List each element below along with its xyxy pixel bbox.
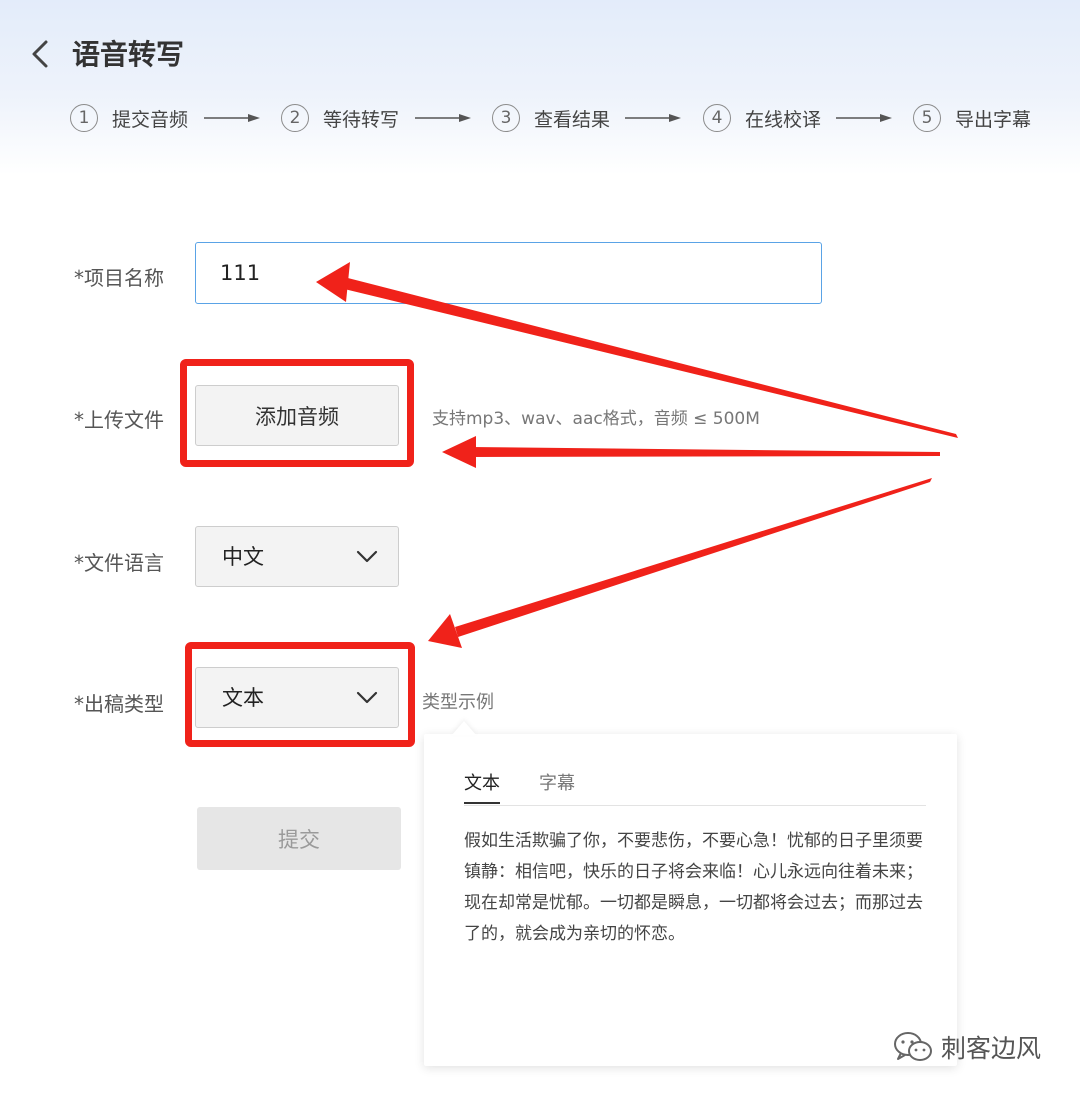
tab-subtitle[interactable]: 字幕 — [539, 770, 575, 798]
back-arrow-icon[interactable] — [28, 38, 52, 70]
upload-hint: 支持mp3、wav、aac格式，音频 ≤ 500M — [432, 409, 760, 429]
step-arrow-icon — [415, 114, 471, 122]
annotation-arrow-to-upload — [470, 447, 940, 457]
step-3: 3 查看结果 — [492, 102, 610, 134]
output-type-select[interactable]: 文本 — [195, 667, 399, 728]
chevron-down-icon — [356, 691, 378, 704]
popover-caret — [452, 721, 476, 735]
popover-tabs: 文本 字幕 — [464, 770, 926, 806]
step-arrow-icon — [836, 114, 892, 122]
output-type-selected-value: 文本 — [222, 686, 264, 710]
header-background — [0, 0, 1080, 175]
step-number: 2 — [281, 104, 309, 132]
annotation-arrow-to-upload-head — [442, 436, 476, 468]
step-number: 4 — [703, 104, 731, 132]
step-label: 导出字幕 — [955, 108, 1032, 131]
watermark: 刺客边风 — [893, 1024, 1041, 1070]
file-language-label: *文件语言 — [74, 551, 164, 575]
project-name-label: *项目名称 — [74, 266, 164, 290]
step-number: 3 — [492, 104, 520, 132]
step-label: 提交音频 — [112, 108, 189, 131]
page-title: 语音转写 — [72, 38, 185, 71]
step-1: 1 提交音频 — [70, 102, 188, 134]
upload-file-label: *上传文件 — [74, 408, 164, 432]
step-arrow-icon — [625, 114, 681, 122]
step-label: 等待转写 — [323, 108, 400, 131]
language-selected-value: 中文 — [222, 545, 264, 569]
tab-text[interactable]: 文本 — [464, 770, 500, 804]
chevron-down-icon — [356, 550, 378, 563]
project-name-input[interactable] — [195, 242, 822, 304]
popover-sample-text: 假如生活欺骗了你，不要悲伤，不要心急！忧郁的日子里须要镇静：相信吧，快乐的日子将… — [464, 831, 923, 944]
wechat-icon — [894, 1032, 932, 1061]
watermark-text: 刺客边风 — [941, 1034, 1042, 1063]
submit-button[interactable]: 提交 — [197, 807, 401, 870]
add-audio-button[interactable]: 添加音频 — [195, 385, 399, 446]
annotation-arrow-to-type-head — [428, 614, 462, 648]
type-sample-popover: 文本 字幕 假如生活欺骗了你，不要悲伤，不要心急！忧郁的日子里须要镇静：相信吧，… — [424, 734, 957, 1066]
annotation-arrow-to-type — [455, 478, 932, 637]
type-sample-link[interactable]: 类型示例 — [422, 688, 494, 714]
step-4: 4 在线校译 — [703, 102, 821, 134]
step-number: 5 — [913, 104, 941, 132]
step-label: 在线校译 — [745, 108, 822, 131]
step-2: 2 等待转写 — [281, 102, 399, 134]
step-arrow-icon — [204, 114, 260, 122]
step-number: 1 — [70, 104, 98, 132]
step-label: 查看结果 — [534, 108, 611, 131]
output-type-label: *出稿类型 — [74, 692, 164, 716]
step-5: 5 导出字幕 — [913, 102, 1031, 134]
language-select[interactable]: 中文 — [195, 526, 399, 587]
